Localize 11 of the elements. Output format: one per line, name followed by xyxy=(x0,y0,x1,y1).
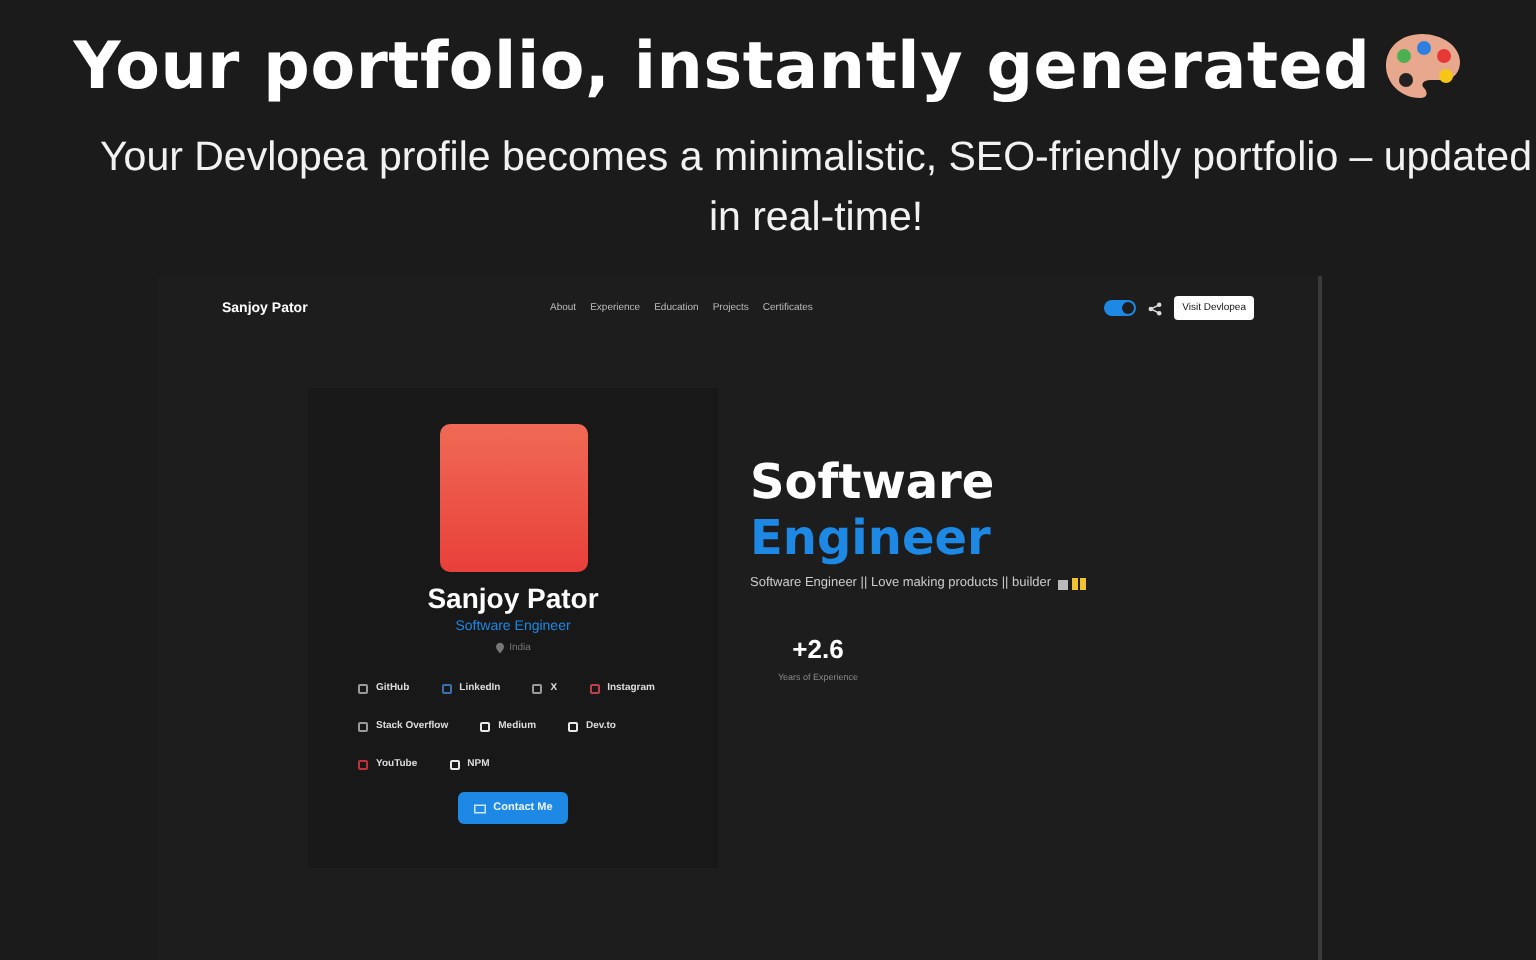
share-icon[interactable] xyxy=(1148,301,1163,315)
profile-name: Sanjoy Pator xyxy=(427,582,599,614)
hero-title: Software xyxy=(750,454,997,510)
mail-icon xyxy=(473,803,486,813)
theme-toggle[interactable] xyxy=(1104,300,1137,316)
stat-value: +2.6 xyxy=(792,634,844,664)
location-icon xyxy=(495,642,504,654)
palette-icon xyxy=(1382,30,1463,102)
headline: Your portfolio, instantly generated xyxy=(73,28,1371,104)
subtitle: Your Devlopea profile becomes a minimalistic, SEO-friendly portfolio – updated in real-time! xyxy=(98,132,1534,244)
hero-title-accent: Engineer xyxy=(750,510,993,566)
